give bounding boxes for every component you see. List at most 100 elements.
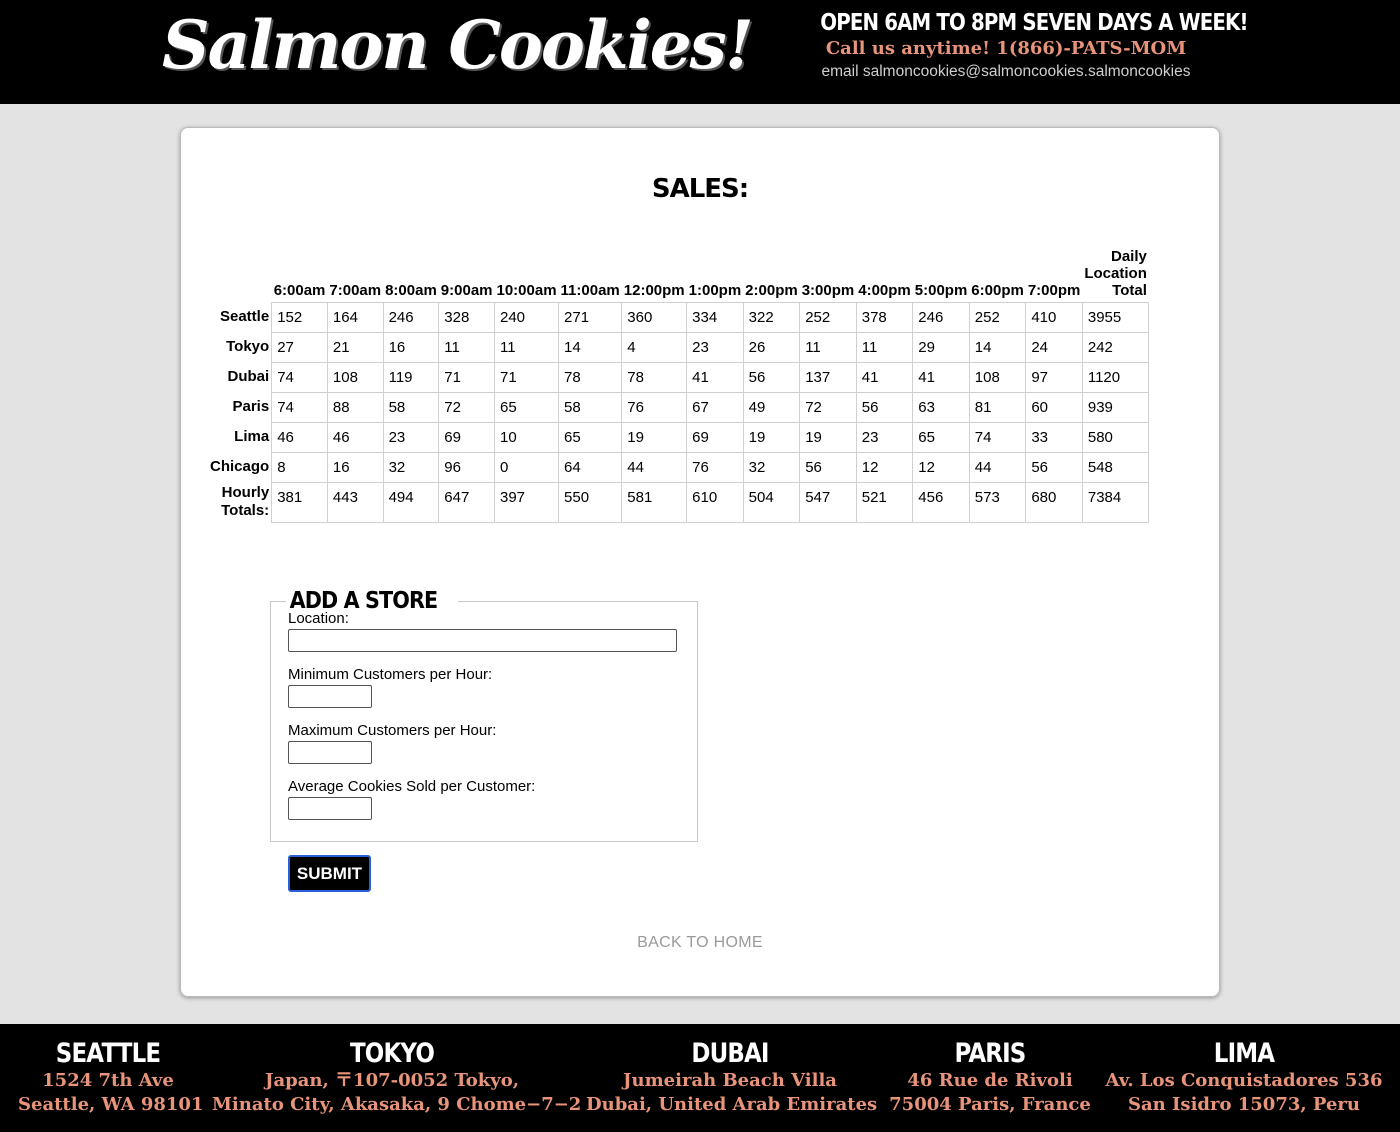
sales-cell: 76 [686,451,744,483]
sales-cell: 23 [686,331,744,363]
location-total-cell: 548 [1081,451,1150,483]
sales-cell: 23 [855,421,914,453]
sales-cell: 32 [382,451,440,483]
min-customers-input[interactable] [288,685,372,708]
location-dubai: DUBAI Jumeirah Beach Villa Dubai, United… [586,1038,878,1117]
sales-cell: 21 [326,331,384,363]
sales-cell: 56 [1025,451,1083,483]
hourly-total-cell: 494 [382,481,440,523]
store-name-cell: Dubai [227,368,270,385]
max-customers-input[interactable] [288,741,372,764]
sales-cell: 252 [968,301,1027,333]
location-total-cell: 1120 [1081,361,1150,393]
sales-cell: 65 [912,421,970,453]
avg-cookies-field-group: Average Cookies Sold per Customer: [288,778,697,820]
sales-cell: 96 [438,451,495,483]
sales-cell: 74 [271,391,328,423]
location-address-line2: Dubai, United Arab Emirates [586,1094,878,1115]
sales-cell: 0 [493,451,560,483]
sales-cell: 46 [271,421,328,453]
hourly-total-cell: 581 [621,481,688,523]
location-city: LIMA [1213,1038,1275,1069]
hourly-totals-row: Hourly Totals: 381 443 494 647 397 550 581 610 504… [208,481,1150,523]
sales-cell: 41 [686,361,744,393]
location-total-cell: 939 [1081,391,1150,423]
sales-table: 6:00am 7:00am 8:00am 9:00am 10:00am 11:00am 12… [208,242,1150,523]
sales-cell: 11 [855,331,914,363]
main-panel: SALES: 6:00am 7:00am 8:00am 9:00am 10:00am 11… [180,127,1220,997]
sales-cell: 97 [1025,361,1083,393]
hourly-total-cell: 680 [1025,481,1083,523]
email-address: email salmoncookies@salmoncookies.salmon… [821,63,1191,80]
hour-header: 12:00pm [623,281,685,299]
sales-cell: 72 [799,391,857,423]
location-city: TOKYO [349,1038,435,1069]
hour-header: 3:00pm [801,281,855,299]
sales-cell: 78 [558,361,623,393]
sales-cell: 19 [621,421,688,453]
sales-cell: 71 [438,361,495,393]
sales-cell: 16 [326,451,384,483]
hourly-total-cell: 504 [742,481,801,523]
sales-cell: 137 [799,361,857,393]
sales-cell: 19 [742,421,801,453]
store-name-cell: Tokyo [226,338,270,355]
sales-cell: 56 [799,451,857,483]
sales-cell: 378 [855,301,914,333]
daily-total-header-line: Location [1084,264,1147,282]
sales-cell: 271 [558,301,623,333]
max-customers-label: Maximum Customers per Hour: [288,722,497,739]
location-address-line2: Minato City, Akasaka, 9 Chome−7−2 [212,1094,582,1115]
add-store-form: ADD A STORE Location: Minimum Customers … [270,588,698,842]
hourly-totals-label-line: Hourly [221,484,270,501]
avg-cookies-input[interactable] [288,797,372,820]
site-header: Salmon Cookies! OPEN 6AM TO 8PM SEVEN DA… [0,0,1400,104]
sales-cell: 65 [558,421,623,453]
location-address-line1: Jumeirah Beach Villa [623,1070,837,1091]
sales-cell: 11 [493,331,560,363]
hour-header: 5:00pm [914,281,968,299]
sales-cell: 65 [493,391,560,423]
sales-cell: 27 [271,331,328,363]
location-city: SEATTLE [55,1038,161,1069]
sales-cell: 56 [742,361,801,393]
grand-total-cell: 7384 [1081,481,1150,523]
location-address-line2: 75004 Paris, France [889,1094,1091,1115]
hourly-total-cell: 521 [855,481,914,523]
location-input[interactable] [288,629,677,652]
hour-header: 9:00am [440,281,493,299]
daily-total-header: Daily Location Total [1082,242,1149,302]
location-address-line1: 46 Rue de Rivoli [907,1070,1073,1091]
back-to-home-link[interactable]: BACK TO HOME [181,934,1219,952]
min-customers-field-group: Minimum Customers per Hour: [288,666,697,708]
location-field-group: Location: [288,610,697,652]
site-footer: SEATTLE 1524 7th Ave Seattle, WA 98101 T… [0,1024,1400,1132]
location-tokyo: TOKYO Japan, 〒107-0052 Tokyo, Minato Cit… [212,1038,582,1117]
sales-cell: 78 [621,361,688,393]
hour-header: 6:00am [273,281,326,299]
sales-cell: 58 [382,391,440,423]
location-address-line1: Japan, 〒107-0052 Tokyo, [265,1070,519,1091]
sales-cell: 4 [621,331,688,363]
site-logo[interactable]: Salmon Cookies! [162,6,754,84]
store-name-cell: Paris [232,398,270,415]
location-city: PARIS [954,1038,1027,1069]
sales-cell: 152 [271,301,328,333]
hourly-total-cell: 550 [558,481,623,523]
sales-cell: 14 [968,331,1027,363]
sales-cell: 240 [493,301,560,333]
sales-cell: 322 [742,301,801,333]
sales-cell: 44 [968,451,1027,483]
max-customers-field-group: Maximum Customers per Hour: [288,722,697,764]
location-address-line1: 1524 7th Ave [42,1070,174,1091]
submit-button[interactable]: SUBMIT [288,855,371,892]
sales-cell: 14 [558,331,623,363]
location-paris: PARIS 46 Rue de Rivoli 75004 Paris, Fran… [886,1038,1094,1117]
table-row: Seattle 152 164 246 328 240 271 360 334 322 252 378… [208,301,1150,333]
sales-cell: 71 [493,361,560,393]
sales-cell: 410 [1025,301,1083,333]
sales-cell: 33 [1025,421,1083,453]
table-body: Seattle 152 164 246 328 240 271 360 334 322 252 378… [208,301,1150,523]
location-address-line2: San Isidro 15073, Peru [1128,1094,1360,1115]
store-name-cell: Lima [234,428,270,445]
